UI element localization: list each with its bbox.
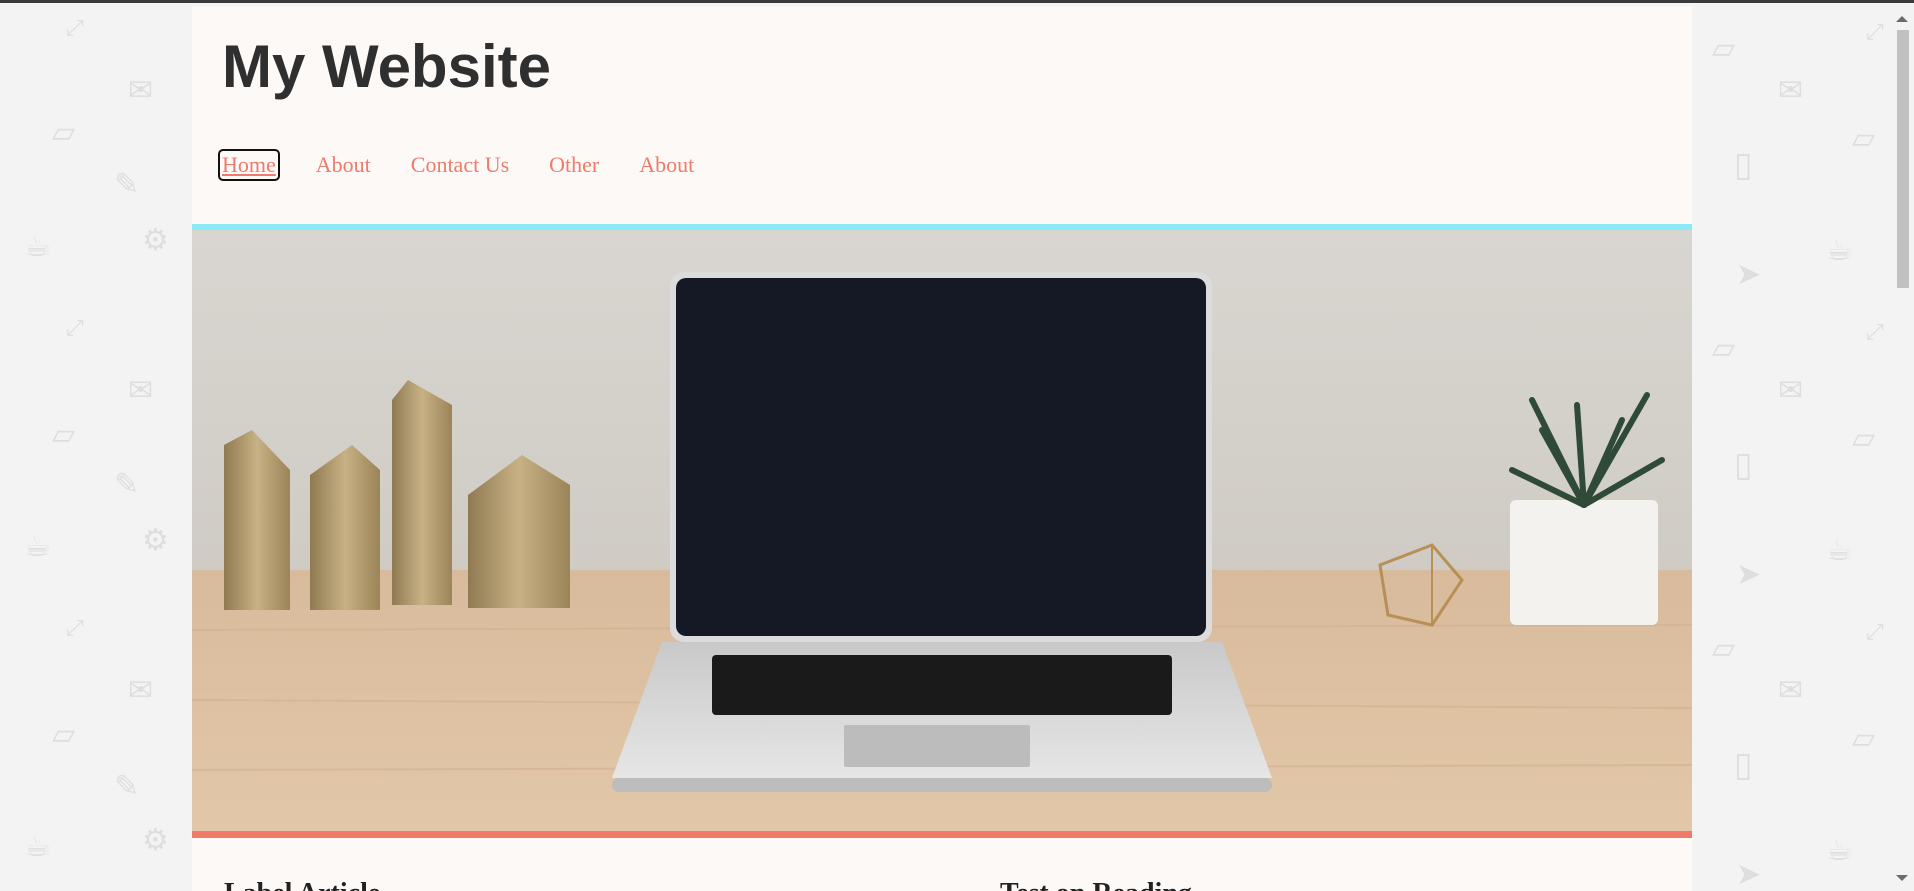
expand-icon: ⤢ xyxy=(66,616,84,641)
nav-item-about-2[interactable]: About xyxy=(637,151,696,179)
tablet-icon: ▯ xyxy=(1734,445,1753,485)
phone-icon: ▱ xyxy=(52,717,76,752)
hero-image xyxy=(192,230,1692,831)
laptop-on-desk-image xyxy=(192,230,1692,831)
paper-plane-icon: ➤ xyxy=(1736,257,1762,292)
expand-icon: ⤢ xyxy=(66,16,84,41)
vertical-scrollbar[interactable] xyxy=(1892,6,1914,891)
phone-icon: ▱ xyxy=(52,417,76,452)
coffee-icon: ☕ xyxy=(1826,533,1853,568)
envelope-icon: ✉ xyxy=(1778,73,1804,108)
gear-icon: ⚙ xyxy=(142,823,169,858)
expand-icon: ⤢ xyxy=(1866,320,1884,345)
expand-icon: ⤢ xyxy=(1866,20,1884,45)
scroll-down-arrow-icon[interactable] xyxy=(1896,875,1908,881)
envelope-icon: ✉ xyxy=(128,73,154,108)
section-heading-right: Test on Reading xyxy=(1000,878,1192,891)
nav-item-contact-us[interactable]: Contact Us xyxy=(409,151,511,179)
gear-icon: ⚙ xyxy=(142,223,169,258)
envelope-icon: ✉ xyxy=(1778,673,1804,708)
phone-icon: ▱ xyxy=(52,115,76,150)
expand-icon: ⤢ xyxy=(1866,620,1884,645)
phone-icon: ▱ xyxy=(1852,721,1876,756)
pencil-icon: ✎ xyxy=(114,167,140,202)
phone-icon: ▱ xyxy=(1712,631,1736,666)
envelope-icon: ✉ xyxy=(128,373,154,408)
gear-icon: ⚙ xyxy=(142,523,169,558)
site-title: My Website xyxy=(222,33,551,100)
main-nav: Home About Contact Us Other About xyxy=(218,149,732,181)
scrollbar-thumb[interactable] xyxy=(1897,30,1909,288)
nav-item-about[interactable]: About xyxy=(314,151,373,179)
phone-icon: ▱ xyxy=(1852,121,1876,156)
paper-plane-icon: ➤ xyxy=(1736,857,1762,891)
envelope-icon: ✉ xyxy=(1778,373,1804,408)
tablet-icon: ▯ xyxy=(1734,745,1753,785)
phone-icon: ▱ xyxy=(1712,331,1736,366)
tablet-icon: ▯ xyxy=(1734,145,1753,185)
phone-icon: ▱ xyxy=(1852,421,1876,456)
nav-item-other[interactable]: Other xyxy=(547,151,601,179)
coffee-icon: ☕ xyxy=(24,229,51,264)
page-container: My Website Home About Contact Us Other A… xyxy=(192,6,1692,891)
section-heading-left: Label Article xyxy=(224,878,380,891)
nav-item-home[interactable]: Home xyxy=(218,149,280,181)
pencil-icon: ✎ xyxy=(114,467,140,502)
expand-icon: ⤢ xyxy=(66,316,84,341)
coffee-icon: ☕ xyxy=(24,529,51,564)
coffee-icon: ☕ xyxy=(24,829,51,864)
phone-icon: ▱ xyxy=(1712,31,1736,66)
coffee-icon: ☕ xyxy=(1826,233,1853,268)
pencil-icon: ✎ xyxy=(114,769,140,804)
paper-plane-icon: ➤ xyxy=(1736,557,1762,592)
coffee-icon: ☕ xyxy=(1826,833,1853,868)
envelope-icon: ✉ xyxy=(128,673,154,708)
window-top-border xyxy=(0,0,1914,3)
scroll-up-arrow-icon[interactable] xyxy=(1896,16,1908,22)
accent-bar-bottom xyxy=(192,831,1692,838)
